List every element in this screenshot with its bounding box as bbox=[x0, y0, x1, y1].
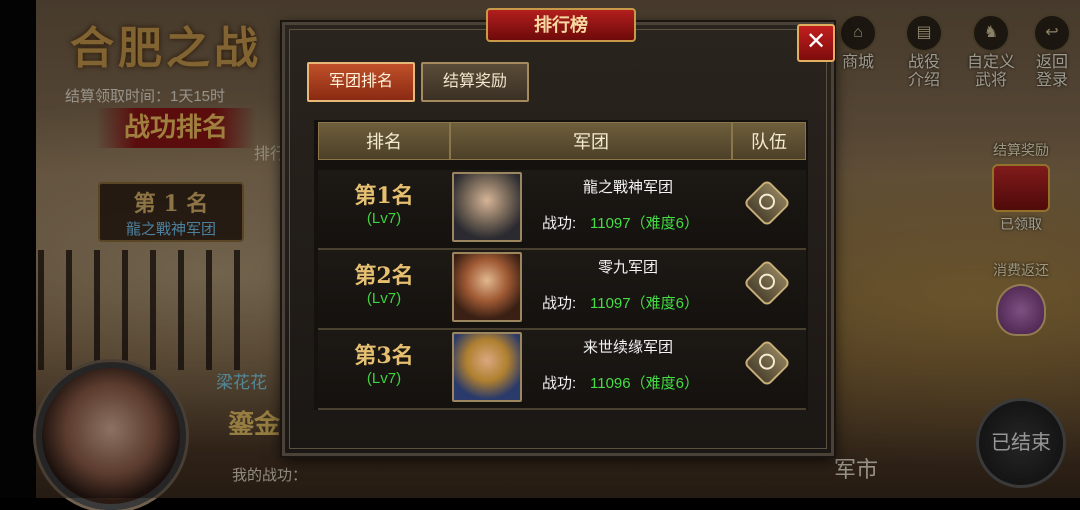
view-team-button[interactable] bbox=[742, 178, 792, 228]
legion-level: (Lv7) bbox=[366, 370, 402, 387]
merit-value: 11096（难度6） bbox=[590, 375, 699, 392]
merit-label: 战功: bbox=[542, 215, 577, 232]
legion-level: (Lv7) bbox=[366, 210, 402, 227]
view-team-button[interactable] bbox=[742, 338, 792, 388]
merit-value: 11097（难度6） bbox=[590, 215, 699, 232]
tab-settle-reward[interactable]: 结算奖励 bbox=[421, 62, 529, 102]
merit-label: 战功: bbox=[542, 375, 577, 392]
commander-portrait bbox=[452, 172, 522, 242]
rank-text: 第2名 bbox=[354, 263, 414, 289]
merit-value: 11097（难度6） bbox=[590, 295, 699, 312]
legion-level: (Lv7) bbox=[366, 290, 402, 307]
column-legion: 军团 bbox=[450, 122, 732, 160]
magnifier-icon bbox=[759, 353, 775, 370]
table-row: 第3名 (Lv7) 来世续缘军团 战功: 11096（难度6） bbox=[318, 330, 806, 410]
legion-name: 来世续缘军团 bbox=[582, 339, 673, 356]
merit-label: 战功: bbox=[542, 295, 577, 312]
magnifier-icon bbox=[759, 193, 775, 210]
legion-name: 龍之戰神军团 bbox=[582, 179, 673, 196]
close-button[interactable]: ✕ bbox=[797, 24, 835, 62]
rank-text: 第3名 bbox=[354, 343, 414, 369]
view-team-button[interactable] bbox=[742, 258, 792, 308]
dialog-title: 排行榜 bbox=[486, 8, 636, 42]
table-row: 第2名 (Lv7) 零九军团 战功: 11097（难度6） bbox=[318, 250, 806, 330]
magnifier-icon bbox=[759, 273, 775, 290]
commander-portrait bbox=[452, 252, 522, 322]
tab-legion-ranking[interactable]: 军团排名 bbox=[307, 62, 415, 102]
column-team: 队伍 bbox=[732, 122, 806, 160]
legion-name: 零九军团 bbox=[597, 259, 658, 276]
commander-portrait bbox=[452, 332, 522, 402]
table-row: 第1名 (Lv7) 龍之戰神军团 战功: 11097（难度6） bbox=[318, 170, 806, 250]
rank-text: 第1名 bbox=[354, 183, 414, 209]
table-header: 排名 军团 队伍 bbox=[318, 122, 806, 160]
column-rank: 排名 bbox=[318, 122, 450, 160]
